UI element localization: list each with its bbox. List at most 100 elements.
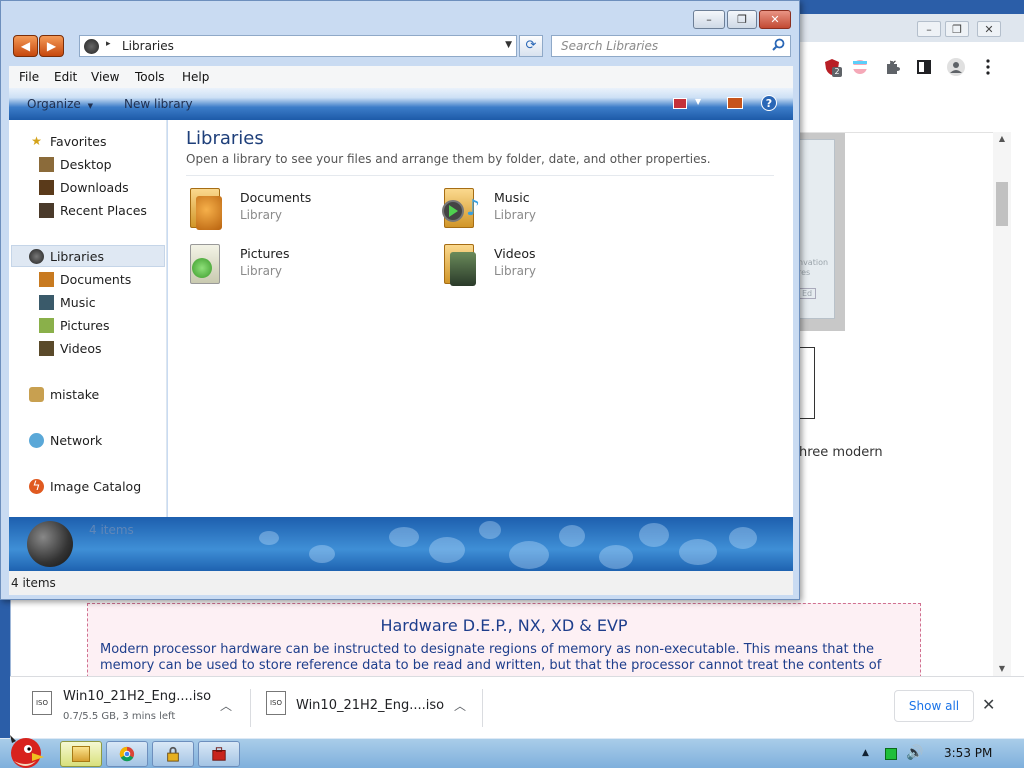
status-bar: 4 items: [9, 571, 793, 595]
downloads-icon: [39, 180, 54, 195]
nav-label: mistake: [50, 387, 100, 402]
minimize-button[interactable]: –: [693, 10, 725, 29]
start-button[interactable]: [2, 731, 50, 768]
nav-videos[interactable]: Videos: [9, 337, 167, 359]
library-documents[interactable]: Documents Library: [186, 186, 416, 234]
menu-edit[interactable]: Edit: [54, 70, 77, 84]
close-downloads-icon[interactable]: ✕: [982, 695, 995, 714]
menu-tools[interactable]: Tools: [135, 70, 165, 84]
nav-libraries[interactable]: Libraries: [11, 245, 165, 267]
videos-library-icon: [440, 242, 480, 288]
taskbar-chrome-button[interactable]: [106, 741, 148, 767]
address-bar[interactable]: ▸ Libraries ▼: [79, 35, 517, 57]
help-icon[interactable]: ?: [761, 95, 777, 111]
scroll-down-arrow-icon[interactable]: ▼: [993, 662, 1011, 676]
organize-button[interactable]: Organize ▼: [27, 97, 93, 111]
download-item[interactable]: ISO Win10_21H2_Eng....iso ︿: [254, 677, 482, 739]
padlock-icon: [167, 746, 179, 762]
nav-documents[interactable]: Documents: [9, 268, 167, 290]
library-type: Library: [240, 208, 282, 222]
nav-image-catalog[interactable]: ϟ Image Catalog: [9, 475, 167, 497]
browser-minimize-button[interactable]: –: [917, 21, 941, 37]
menu-view[interactable]: View: [91, 70, 119, 84]
download-separator: [482, 689, 483, 727]
kebab-menu-icon[interactable]: [979, 58, 997, 76]
close-button[interactable]: ✕: [759, 10, 791, 29]
library-music[interactable]: ♪ Music Library: [440, 186, 670, 234]
puzzle-icon[interactable]: [883, 58, 901, 76]
nav-pictures[interactable]: Pictures: [9, 314, 167, 336]
clock[interactable]: 3:53 PM: [944, 746, 992, 760]
preview-pane-icon[interactable]: [727, 97, 743, 109]
chevron-up-icon[interactable]: ︿: [220, 697, 232, 714]
iso-file-icon: ISO: [32, 691, 52, 715]
volume-icon[interactable]: 🔊: [906, 745, 923, 761]
homegroup-icon: [29, 387, 44, 402]
page-scrollbar[interactable]: ▲ ▼: [993, 132, 1011, 678]
details-item-count: 4 items: [89, 523, 134, 537]
nav-music[interactable]: Music: [9, 291, 167, 313]
view-dropdown-icon[interactable]: ▼: [695, 97, 701, 106]
library-type: Library: [240, 264, 282, 278]
back-arrow-icon[interactable]: ◀: [13, 35, 38, 57]
browser-close-button[interactable]: ✕: [977, 21, 1001, 37]
nav-homegroup[interactable]: mistake: [9, 383, 167, 405]
address-dropdown-icon[interactable]: ▼: [505, 40, 512, 50]
browser-maximize-button[interactable]: ❐: [945, 21, 969, 37]
download-separator: [250, 689, 251, 727]
videos-icon: [39, 341, 54, 356]
nav-desktop[interactable]: Desktop: [9, 153, 167, 175]
hardware-dep-title: Hardware D.E.P., NX, XD & EVP: [380, 616, 628, 635]
scroll-up-arrow-icon[interactable]: ▲: [993, 132, 1011, 146]
library-videos[interactable]: Videos Library: [440, 242, 670, 290]
nav-favorites[interactable]: ★ Favorites: [9, 130, 167, 152]
search-input[interactable]: Search Libraries: [551, 35, 791, 57]
download-status: 0.7/5.5 GB, 3 mins left: [63, 711, 176, 722]
search-icon[interactable]: [772, 38, 785, 55]
show-hidden-icons-icon[interactable]: ▲: [862, 748, 869, 758]
change-view-icon[interactable]: [673, 98, 687, 109]
library-name: Music: [494, 190, 530, 205]
nav-label: Network: [50, 433, 103, 448]
menu-help[interactable]: Help: [182, 70, 209, 84]
music-icon: [39, 295, 54, 310]
library-type: Library: [494, 208, 536, 222]
download-item[interactable]: ISO Win10_21H2_Eng....iso 0.7/5.5 GB, 3 …: [20, 677, 252, 739]
maximize-button[interactable]: ❐: [727, 10, 757, 29]
taskbar-lock-button[interactable]: [152, 741, 194, 767]
network-tray-icon[interactable]: [885, 748, 897, 760]
libraries-globe-icon: [84, 39, 99, 54]
scroll-thumb[interactable]: [996, 182, 1008, 226]
library-pictures[interactable]: Pictures Library: [186, 242, 416, 290]
address-location[interactable]: Libraries: [122, 39, 174, 53]
nav-recent-places[interactable]: Recent Places: [9, 199, 167, 221]
chevron-up-icon[interactable]: ︿: [454, 697, 466, 714]
content-pane: Libraries Open a library to see your fil…: [168, 120, 793, 517]
show-all-button[interactable]: Show all: [894, 690, 974, 722]
breadcrumb-arrow-icon[interactable]: ▸: [106, 39, 111, 49]
refresh-button[interactable]: ⟳: [519, 35, 543, 57]
nav-label: Videos: [60, 341, 102, 356]
shield-extension-icon[interactable]: 2: [823, 58, 842, 77]
taskbar-app-button[interactable]: [198, 741, 240, 767]
nav-label: Documents: [60, 272, 132, 287]
taskbar-explorer-button[interactable]: [60, 741, 102, 767]
documents-library-icon: [186, 186, 226, 232]
nav-downloads[interactable]: Downloads: [9, 176, 167, 198]
forward-arrow-icon[interactable]: ▶: [39, 35, 64, 57]
sidepanel-icon[interactable]: [915, 58, 933, 76]
network-icon: [29, 433, 44, 448]
page-title: Libraries: [186, 128, 264, 149]
new-library-button[interactable]: New library: [124, 97, 193, 111]
menu-file[interactable]: File: [19, 70, 39, 84]
explorer-window: – ❐ ✕ ◀ ▶ ▸ Libraries ▼ ⟳ Search Librari…: [0, 0, 800, 600]
nav-label: Favorites: [50, 134, 107, 149]
organize-label: Organize: [27, 97, 81, 111]
nav-network[interactable]: Network: [9, 429, 167, 451]
nav-label: Recent Places: [60, 203, 147, 218]
image-text: nvation: [798, 258, 829, 267]
flag-extension-icon[interactable]: [851, 58, 869, 76]
music-library-icon: ♪: [440, 186, 480, 232]
profile-icon[interactable]: [947, 58, 965, 76]
details-pane: 4 items: [9, 517, 793, 571]
